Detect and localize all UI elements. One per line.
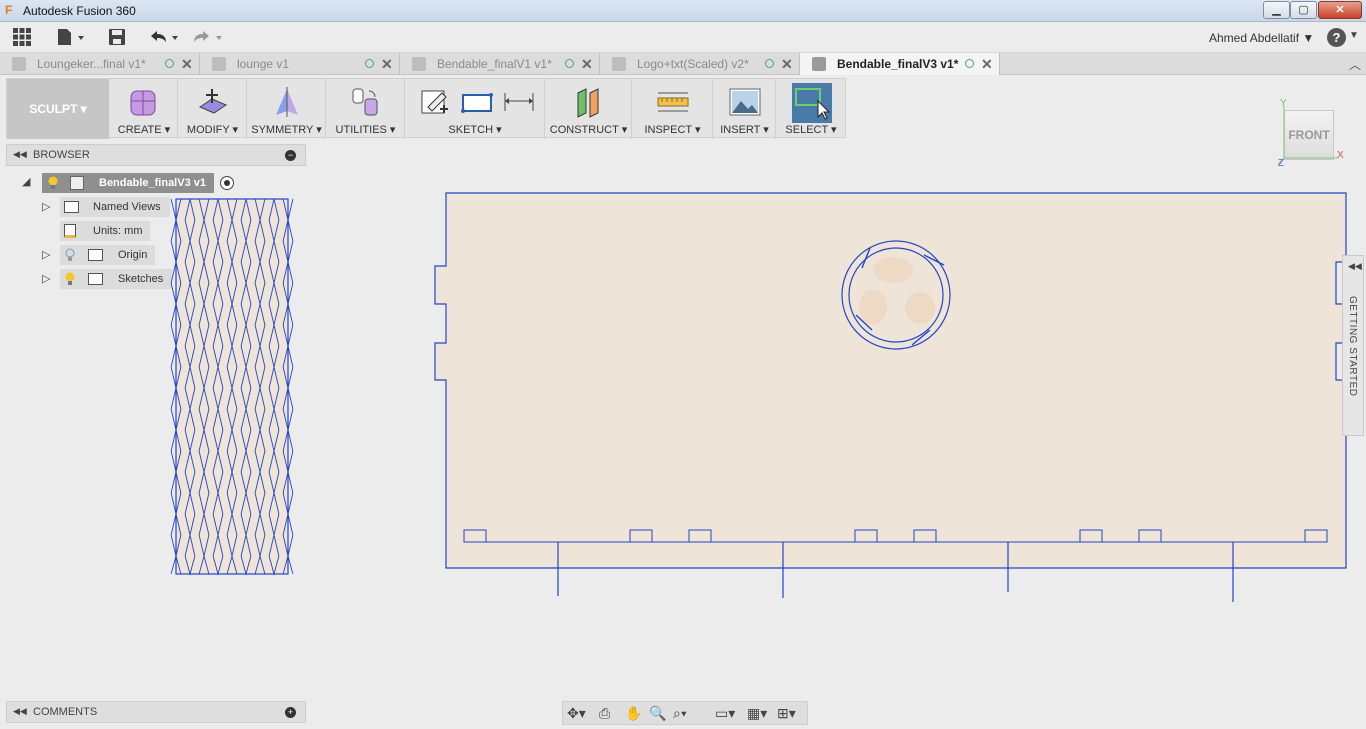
navigation-bar: ✥▾ ⎙ ✋ 🔍 ⌕▾ ▭▾ ▦▾ ⊞▾	[562, 701, 808, 725]
collapse-comments-icon[interactable]: ◀◀	[13, 706, 27, 717]
comments-panel-header[interactable]: ◀◀ COMMENTS +	[6, 701, 306, 723]
comments-title: COMMENTS	[33, 706, 98, 718]
getting-started-panel[interactable]: ◀◀ GETTING STARTED	[1342, 255, 1364, 436]
main-plate-sketch	[434, 192, 1347, 602]
flex-pattern-sketch	[170, 198, 294, 576]
pan-hand-icon[interactable]: ✋	[625, 705, 642, 722]
design-canvas[interactable]	[0, 0, 1366, 729]
display-settings-icon[interactable]: ▭▾	[715, 705, 735, 722]
zoom-icon[interactable]: 🔍	[649, 705, 666, 722]
fit-zoom-icon[interactable]: ⌕▾	[673, 705, 687, 722]
expand-panel-icon[interactable]: ◀◀	[1348, 261, 1362, 272]
orbit-icon[interactable]: ✥▾	[567, 705, 586, 722]
viewports-icon[interactable]: ⊞▾	[777, 705, 796, 722]
add-comment-icon[interactable]: +	[285, 707, 296, 718]
getting-started-label: GETTING STARTED	[1347, 296, 1358, 397]
grid-settings-icon[interactable]: ▦▾	[747, 705, 767, 722]
look-at-icon[interactable]: ⎙	[599, 705, 610, 722]
